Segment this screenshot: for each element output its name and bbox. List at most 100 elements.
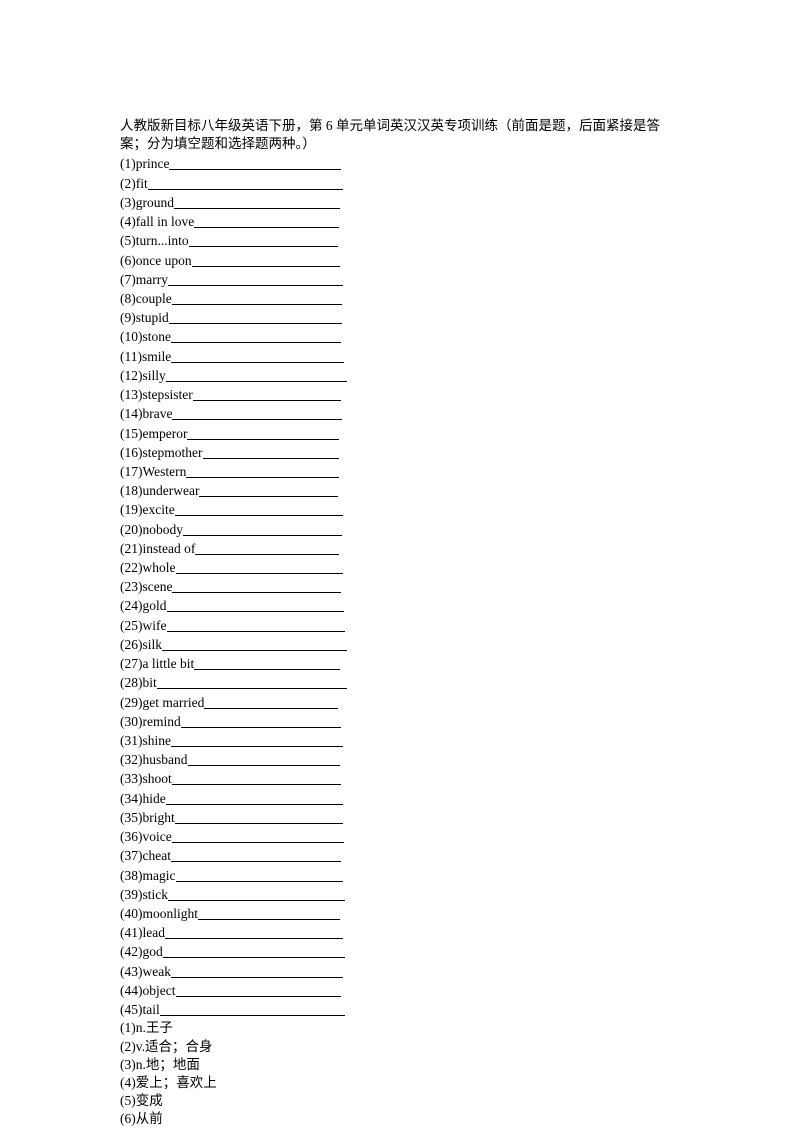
document-title: 人教版新目标八年级英语下册，第 6 单元单词英汉汉英专项训练（前面是题，后面紧接… — [120, 117, 674, 153]
question-word: once upon — [136, 252, 192, 270]
answer-blank[interactable] — [176, 560, 343, 574]
question-word: turn...into — [136, 232, 189, 250]
answer-number: (1) — [120, 1020, 136, 1035]
question-item: (7)marry — [120, 270, 674, 289]
question-item: (39)stick — [120, 885, 674, 904]
question-word: bright — [143, 809, 175, 827]
question-word: a little bit — [143, 655, 195, 673]
answer-blank[interactable] — [192, 253, 340, 267]
question-number: (35) — [120, 809, 143, 827]
question-number: (13) — [120, 386, 143, 404]
answer-number: (6) — [120, 1111, 136, 1126]
answer-blank[interactable] — [167, 618, 345, 632]
answer-blank[interactable] — [171, 848, 341, 862]
question-word: stone — [143, 328, 172, 346]
answer-blank[interactable] — [171, 733, 343, 747]
question-item: (28)bit — [120, 673, 674, 692]
question-item: (16)stepmother — [120, 443, 674, 462]
question-item: (29)get married — [120, 693, 674, 712]
answer-blank[interactable] — [174, 195, 340, 209]
answer-text: v.适合；合身 — [136, 1039, 213, 1054]
answer-blank[interactable] — [167, 598, 344, 612]
question-number: (40) — [120, 905, 143, 923]
question-word: smile — [142, 348, 171, 366]
question-word: moonlight — [143, 905, 199, 923]
question-number: (31) — [120, 732, 143, 750]
question-number: (22) — [120, 559, 143, 577]
answer-blank[interactable] — [165, 925, 343, 939]
answer-blank[interactable] — [171, 964, 343, 978]
answer-blank[interactable] — [169, 310, 342, 324]
question-item: (8)couple — [120, 289, 674, 308]
question-item: (12)silly — [120, 366, 674, 385]
question-word: stepmother — [143, 444, 203, 462]
answer-number: (2) — [120, 1039, 136, 1054]
answer-blank[interactable] — [187, 426, 339, 440]
question-number: (37) — [120, 847, 143, 865]
question-word: hide — [143, 790, 166, 808]
answer-blank[interactable] — [194, 214, 339, 228]
question-number: (4) — [120, 213, 136, 231]
answer-blank[interactable] — [166, 791, 343, 805]
question-number: (3) — [120, 194, 136, 212]
answer-blank[interactable] — [186, 464, 339, 478]
answer-blank[interactable] — [171, 329, 341, 343]
question-number: (5) — [120, 232, 136, 250]
answer-blank[interactable] — [171, 349, 344, 363]
answer-blank[interactable] — [162, 637, 347, 651]
answer-blank[interactable] — [193, 387, 341, 401]
question-word: bit — [143, 674, 157, 692]
question-word: fit — [136, 175, 148, 193]
answer-blank[interactable] — [172, 406, 342, 420]
question-word: gold — [143, 597, 167, 615]
answer-blank[interactable] — [172, 829, 344, 843]
answer-blank[interactable] — [175, 502, 343, 516]
answer-blank[interactable] — [183, 522, 342, 536]
question-item: (18)underwear — [120, 481, 674, 500]
answer-blank[interactable] — [168, 272, 343, 286]
question-item: (6)once upon — [120, 251, 674, 270]
answer-text: 变成 — [136, 1093, 163, 1108]
answer-blank[interactable] — [181, 714, 341, 728]
answer-blank[interactable] — [172, 291, 342, 305]
answer-blank[interactable] — [166, 368, 347, 382]
answer-blank[interactable] — [203, 445, 339, 459]
answer-blank[interactable] — [198, 906, 340, 920]
answer-number: (4) — [120, 1075, 136, 1090]
answer-blank[interactable] — [204, 695, 338, 709]
answer-blank[interactable] — [175, 810, 343, 824]
answer-blank[interactable] — [194, 656, 340, 670]
question-word: husband — [143, 751, 188, 769]
question-item: (31)shine — [120, 731, 674, 750]
question-item: (24)gold — [120, 596, 674, 615]
question-item: (25)wife — [120, 616, 674, 635]
question-number: (39) — [120, 886, 143, 904]
question-number: (20) — [120, 521, 143, 539]
answer-blank[interactable] — [157, 675, 347, 689]
question-word: object — [143, 982, 176, 1000]
answer-blank[interactable] — [176, 983, 341, 997]
answer-blank[interactable] — [189, 233, 338, 247]
question-word: god — [143, 943, 163, 961]
answer-blank[interactable] — [172, 771, 341, 785]
answer-blank[interactable] — [195, 541, 339, 555]
question-item: (30)remind — [120, 712, 674, 731]
answer-blank[interactable] — [199, 483, 338, 497]
answer-blank[interactable] — [169, 156, 341, 170]
question-number: (44) — [120, 982, 143, 1000]
answer-blank[interactable] — [168, 887, 345, 901]
answer-blank[interactable] — [188, 752, 340, 766]
answer-item: (6)从前 — [120, 1110, 674, 1128]
answer-blank[interactable] — [160, 1002, 345, 1016]
question-number: (26) — [120, 636, 143, 654]
question-word: lead — [143, 924, 166, 942]
answer-blank[interactable] — [172, 579, 341, 593]
question-number: (7) — [120, 271, 136, 289]
answer-blank[interactable] — [163, 944, 345, 958]
question-word: shoot — [143, 770, 172, 788]
question-number: (2) — [120, 175, 136, 193]
question-word: prince — [136, 155, 170, 173]
question-item: (33)shoot — [120, 769, 674, 788]
answer-blank[interactable] — [176, 868, 343, 882]
answer-blank[interactable] — [148, 176, 343, 190]
